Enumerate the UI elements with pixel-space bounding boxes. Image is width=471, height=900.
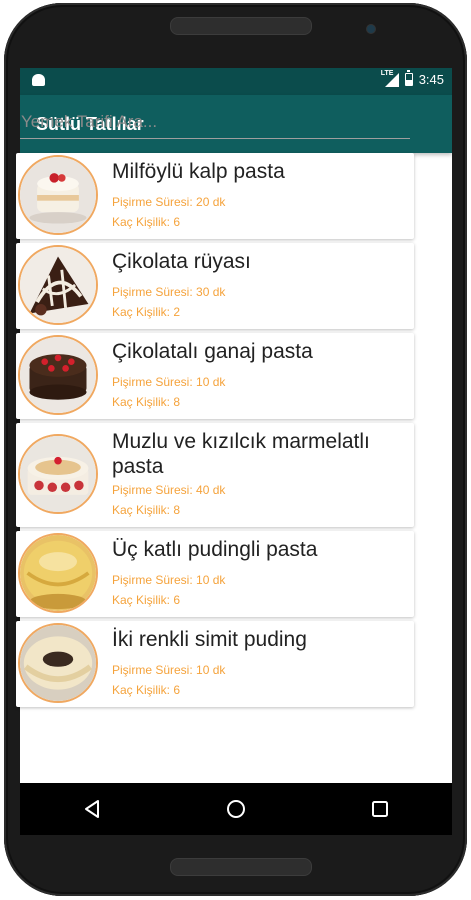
recipe-thumbnail [18, 245, 98, 325]
recipe-item[interactable]: Çikolata rüyası Pişirme Süresi: 30 dk Ka… [16, 243, 414, 329]
recipe-cook-time: Pişirme Süresi: 20 dk [112, 195, 226, 209]
recipe-thumbnail [18, 533, 98, 613]
front-camera [366, 24, 376, 34]
recipe-item[interactable]: Üç katlı pudingli pasta Pişirme Süresi: … [16, 531, 414, 617]
network-type-label: LTE [380, 69, 394, 77]
recipe-name: Muzlu ve kızılcık marmelatlı pasta [112, 430, 370, 478]
back-button[interactable] [72, 789, 112, 829]
recipe-list[interactable]: Milföylü kalp pasta Pişirme Süresi: 20 d… [16, 153, 414, 711]
home-button[interactable] [216, 789, 256, 829]
recipe-thumbnail [18, 155, 98, 235]
recipe-thumbnail [18, 335, 98, 415]
recipe-servings: Kaç Kişilik: 8 [112, 395, 181, 409]
recipe-name: Milföylü kalp pasta [112, 160, 285, 183]
recipe-servings: Kaç Kişilik: 8 [112, 503, 181, 517]
android-notification-icon [32, 74, 45, 86]
status-bar: LTE 3:45 [20, 68, 452, 95]
recipe-item[interactable]: Çikolatalı ganaj pasta Pişirme Süresi: 1… [16, 333, 414, 419]
recents-icon [372, 801, 388, 817]
signal-icon: LTE [380, 69, 399, 87]
search-input[interactable] [20, 108, 411, 136]
recipe-cook-time: Pişirme Süresi: 30 dk [112, 285, 226, 299]
recipe-name: Çikolata rüyası [112, 250, 251, 273]
home-icon [227, 800, 245, 818]
recipe-item[interactable]: Milföylü kalp pasta Pişirme Süresi: 20 d… [16, 153, 414, 239]
recipe-servings: Kaç Kişilik: 6 [112, 683, 181, 697]
recipe-thumbnail [18, 434, 98, 514]
back-icon [85, 800, 99, 818]
recipe-thumbnail [18, 623, 98, 703]
battery-icon [404, 70, 413, 86]
status-time: 3:45 [418, 72, 444, 87]
search-field[interactable] [20, 108, 411, 139]
earpiece-speaker [170, 17, 312, 35]
recipe-servings: Kaç Kişilik: 6 [112, 215, 181, 229]
recipe-servings: Kaç Kişilik: 6 [112, 593, 181, 607]
recipe-cook-time: Pişirme Süresi: 40 dk [112, 483, 226, 497]
recipe-cook-time: Pişirme Süresi: 10 dk [112, 573, 226, 587]
recipe-item[interactable]: Muzlu ve kızılcık marmelatlı pasta Pişir… [16, 423, 414, 527]
bottom-speaker [170, 858, 312, 876]
status-icons: LTE 3:45 [380, 69, 444, 88]
recipe-name: Üç katlı pudingli pasta [112, 538, 318, 561]
recipe-cook-time: Pişirme Süresi: 10 dk [112, 663, 226, 677]
recipe-cook-time: Pişirme Süresi: 10 dk [112, 375, 226, 389]
recipe-servings: Kaç Kişilik: 2 [112, 305, 181, 319]
navigation-bar [20, 783, 452, 835]
recents-button[interactable] [360, 789, 400, 829]
recipe-name: İki renkli simit puding [112, 628, 307, 651]
recipe-item[interactable]: İki renkli simit puding Pişirme Süresi: … [16, 621, 414, 707]
recipe-name: Çikolatalı ganaj pasta [112, 340, 313, 363]
